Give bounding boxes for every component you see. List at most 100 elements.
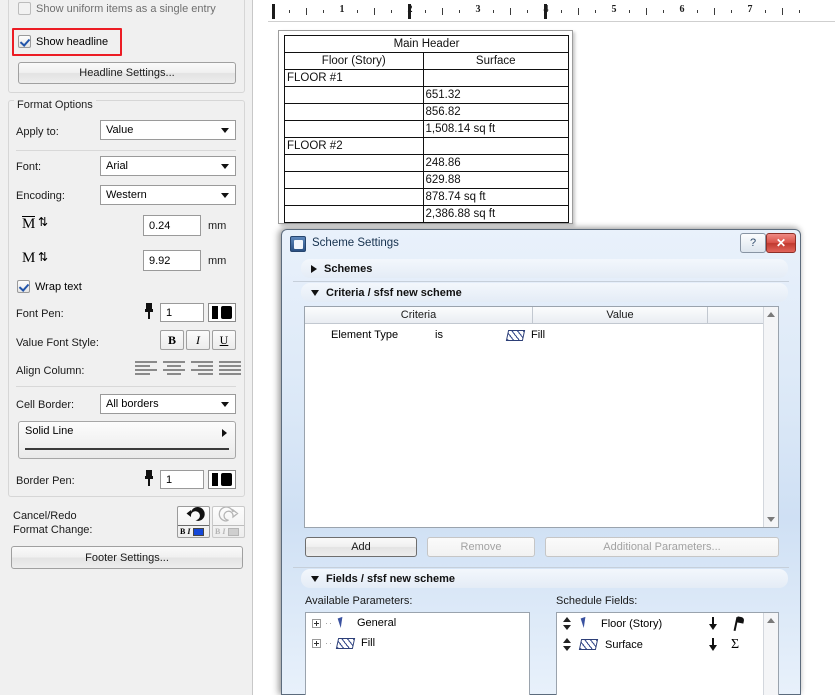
align-left-icon[interactable] <box>135 361 157 377</box>
text-height-input[interactable]: 9.92 <box>143 250 201 271</box>
cell-surface[interactable] <box>422 69 569 87</box>
add-button[interactable]: Add <box>305 537 417 557</box>
font-select[interactable]: Arial <box>100 156 236 176</box>
show-headline-checkbox[interactable]: Show headline <box>18 35 108 48</box>
checkbox-box <box>17 280 30 293</box>
cell-floor[interactable]: FLOOR #2 <box>284 137 424 155</box>
tree-item-fill[interactable]: ·· Fill <box>306 633 529 653</box>
cell-surface[interactable] <box>422 137 569 155</box>
criteria-grid[interactable]: Criteria Value Element Type is Fill <box>304 306 779 528</box>
line-type-selector[interactable]: Solid Line <box>18 421 236 459</box>
help-button[interactable]: ? <box>740 233 766 253</box>
cell-floor[interactable] <box>284 171 424 189</box>
flag-icon[interactable] <box>733 617 745 631</box>
font-pen-color-swatch[interactable] <box>208 303 236 322</box>
border-pen-input[interactable]: 1 <box>160 470 204 489</box>
ruler-number: 7 <box>747 4 753 15</box>
sort-down-icon[interactable] <box>708 637 717 652</box>
align-justify-icon[interactable] <box>219 361 241 377</box>
ruler-minor-tick <box>391 10 392 13</box>
column-header-floor[interactable]: Floor (Story) <box>284 52 424 70</box>
close-icon[interactable]: ✕ <box>766 233 796 253</box>
redo-format-change-button[interactable]: B I <box>212 506 245 538</box>
field-row-floor[interactable]: Floor (Story) <box>557 613 778 634</box>
field-row-surface[interactable]: Surface Σ <box>557 634 778 655</box>
schedule-fields-scrollbar[interactable] <box>763 613 778 695</box>
section-fields[interactable]: Fields / sfsf new scheme <box>301 569 788 588</box>
value-font-style-label: Value Font Style: <box>16 337 99 349</box>
ruler-minor-tick <box>323 10 324 13</box>
criteria-scrollbar[interactable] <box>763 307 778 527</box>
main-header-cell[interactable]: Main Header <box>284 35 569 53</box>
table-row: 629.88 <box>284 171 569 189</box>
available-parameters-list[interactable]: ·· General ·· Fill <box>305 612 530 695</box>
schedule-sheet[interactable]: Main Header Floor (Story) Surface FLOOR … <box>278 30 573 224</box>
grid-header-criteria[interactable]: Criteria <box>305 307 533 323</box>
headline-settings-button[interactable]: Headline Settings... <box>18 62 236 84</box>
border-pen-value: 1 <box>166 473 173 486</box>
footer-settings-button[interactable]: Footer Settings... <box>11 546 243 569</box>
apply-to-select[interactable]: Value <box>100 120 236 140</box>
dialog-titlebar[interactable]: Scheme Settings ? ✕ <box>284 232 798 256</box>
scroll-down-icon[interactable] <box>767 517 775 522</box>
cell-surface[interactable]: 248.86 <box>422 154 569 172</box>
ruler-minor-tick <box>663 10 664 13</box>
expand-icon[interactable] <box>312 618 321 628</box>
format-options-panel: Show uniform items as a single entry Sho… <box>0 0 253 695</box>
cell-surface[interactable]: 878.74 sq ft <box>422 188 569 206</box>
bold-button[interactable]: B <box>160 330 184 350</box>
sum-icon[interactable]: Σ <box>731 637 739 653</box>
available-parameters-label: Available Parameters: <box>305 595 413 607</box>
border-pen-color-swatch[interactable] <box>208 470 236 489</box>
wrap-text-checkbox[interactable]: Wrap text <box>17 280 82 293</box>
cell-floor[interactable] <box>284 120 424 138</box>
ruler-major-tick <box>272 4 275 19</box>
column-header-surface[interactable]: Surface <box>422 52 569 70</box>
chevron-down-icon <box>311 289 319 296</box>
ruler-minor-tick <box>799 10 800 13</box>
arrow-pointer-icon <box>337 617 350 630</box>
section-criteria[interactable]: Criteria / sfsf new scheme <box>301 283 788 302</box>
tree-item-general[interactable]: ·· General <box>306 613 529 633</box>
reorder-handle-icon[interactable] <box>563 617 572 630</box>
italic-button[interactable]: I <box>186 330 210 350</box>
scroll-up-icon[interactable] <box>767 312 775 317</box>
cell-surface[interactable]: 856.82 <box>422 103 569 121</box>
chevron-right-icon <box>222 429 227 437</box>
align-right-icon[interactable] <box>191 361 213 377</box>
expand-icon[interactable] <box>312 638 321 648</box>
cell-border-value: All borders <box>106 398 159 410</box>
criteria-row[interactable]: Element Type is Fill <box>305 325 778 345</box>
cell-border-select[interactable]: All borders <box>100 394 236 414</box>
remove-button[interactable]: Remove <box>427 537 535 557</box>
reorder-handle-icon[interactable] <box>563 638 572 651</box>
scroll-up-icon[interactable] <box>767 618 775 623</box>
underline-button[interactable]: U <box>212 330 236 350</box>
line-spacing-above-input[interactable]: 0.24 <box>143 215 201 236</box>
cell-floor[interactable] <box>284 154 424 172</box>
ruler-minor-tick <box>646 8 647 15</box>
schedule-fields-list[interactable]: Floor (Story) Surface Σ <box>556 612 779 695</box>
align-center-icon[interactable] <box>163 361 185 377</box>
align-column-label: Align Column: <box>16 365 85 377</box>
grid-header-value[interactable]: Value <box>533 307 708 323</box>
cell-surface[interactable]: 2,386.88 sq ft <box>422 205 569 223</box>
cell-floor[interactable] <box>284 86 424 104</box>
cell-floor[interactable] <box>284 103 424 121</box>
font-pen-input[interactable]: 1 <box>160 303 204 322</box>
undo-format-change-button[interactable]: B I <box>177 506 210 538</box>
sort-down-icon[interactable] <box>708 616 717 631</box>
cell-floor[interactable] <box>284 205 424 223</box>
horizontal-ruler[interactable]: 1 2 3 4 5 6 7 <box>268 0 835 22</box>
cell-floor[interactable]: FLOOR #1 <box>284 69 424 87</box>
chevron-down-icon <box>221 128 229 133</box>
section-schemes[interactable]: Schemes <box>301 259 788 278</box>
cell-surface[interactable]: 629.88 <box>422 171 569 189</box>
show-uniform-items-checkbox[interactable]: Show uniform items as a single entry <box>18 2 216 15</box>
encoding-select[interactable]: Western <box>100 185 236 205</box>
cell-floor[interactable] <box>284 188 424 206</box>
table-row: 1,508.14 sq ft <box>284 120 569 138</box>
cell-surface[interactable]: 651.32 <box>422 86 569 104</box>
cell-surface[interactable]: 1,508.14 sq ft <box>422 120 569 138</box>
additional-parameters-button[interactable]: Additional Parameters... <box>545 537 779 557</box>
